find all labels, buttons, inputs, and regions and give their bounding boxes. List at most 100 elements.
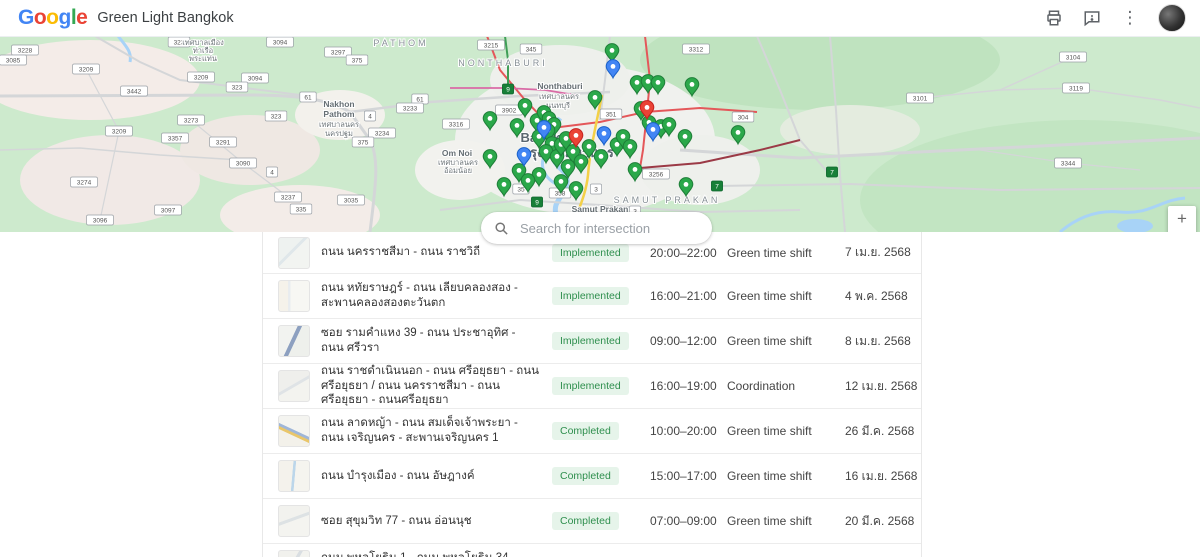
- road-shield: 304: [732, 112, 754, 122]
- map-label: SAMUT PRAKAN: [614, 195, 721, 205]
- svg-text:4: 4: [368, 114, 372, 121]
- svg-text:9: 9: [506, 87, 510, 94]
- map-label: เทศบาลนคร: [539, 92, 579, 101]
- map-label: นครปฐม: [325, 129, 353, 138]
- row-intersection-name: ถนน นครราชสีมา - ถนน ราชวิถี: [321, 245, 541, 260]
- list-item[interactable]: ถนน พหลโยธิน 1 - ถนน พหลโยธิน 34 - ถนน พ…: [263, 544, 921, 557]
- road-shield: 3344: [1055, 158, 1082, 168]
- road-shield: 4: [364, 111, 375, 121]
- row-date: 16 เม.ย. 2568: [845, 467, 920, 486]
- zoom-in-button[interactable]: +: [1168, 206, 1196, 232]
- svg-text:4: 4: [270, 170, 274, 177]
- svg-text:3312: 3312: [689, 47, 704, 54]
- road-shield: 3209: [188, 72, 215, 82]
- svg-text:3233: 3233: [403, 106, 418, 113]
- road-shield: 3228: [12, 45, 39, 55]
- road-shield: 3357: [162, 133, 189, 143]
- print-icon[interactable]: [1044, 8, 1064, 28]
- svg-text:35: 35: [517, 187, 525, 194]
- svg-text:3274: 3274: [77, 180, 92, 187]
- row-time-range: 10:00–20:00: [650, 424, 720, 438]
- row-recommendation-type: Green time shift: [727, 514, 837, 528]
- search-bar[interactable]: [481, 212, 712, 244]
- row-date: 12 เม.ย. 2568: [845, 377, 920, 396]
- row-recommendation-type: Green time shift: [727, 246, 837, 260]
- row-intersection-name: ถนน ลาดหญ้า - ถนน สมเด็จเจ้าพระยา - ถนน …: [321, 416, 541, 446]
- svg-text:3094: 3094: [273, 40, 288, 47]
- intersection-list: ถนน นครราชสีมา - ถนน ราชวิถี Implemented 2…: [262, 232, 922, 557]
- list-item[interactable]: ซอย รามคำแหง 39 - ถนน ประชาอุทิศ - ถนน ศ…: [263, 319, 921, 364]
- svg-text:3090: 3090: [236, 161, 251, 168]
- row-date: 7 เม.ย. 2568: [845, 243, 920, 262]
- road-shield: 3209: [73, 64, 100, 74]
- road-shield: 3215: [478, 40, 505, 50]
- app-header: Google Green Light Bangkok ⋮: [0, 0, 1200, 37]
- road-shield: 3085: [0, 55, 26, 65]
- svg-text:3097: 3097: [161, 208, 176, 215]
- road-shield: 3316: [443, 119, 470, 129]
- map-label: เทศบาลนคร: [319, 120, 359, 129]
- row-recommendation-type: Green time shift: [727, 469, 837, 483]
- status-badge: Implemented: [552, 244, 629, 262]
- search-icon: [494, 221, 509, 236]
- svg-text:3442: 3442: [127, 89, 142, 96]
- row-intersection-name: ซอย สุขุมวิท 77 - ถนน อ่อนนุช: [321, 514, 541, 529]
- list-item[interactable]: ถนน หทัยราษฎร์ - ถนน เลียบคลองสอง - สะพา…: [263, 274, 921, 319]
- feedback-icon[interactable]: [1082, 8, 1102, 28]
- map-zoom-control: + −: [1168, 206, 1196, 232]
- svg-text:3237: 3237: [281, 195, 296, 202]
- row-thumbnail: [278, 415, 310, 447]
- status-badge: Completed: [552, 422, 619, 440]
- row-time-range: 15:00–17:00: [650, 469, 720, 483]
- row-recommendation-type: Coordination: [727, 379, 837, 393]
- row-recommendation-type: Green time shift: [727, 289, 837, 303]
- row-thumbnail: [278, 280, 310, 312]
- svg-text:3291: 3291: [216, 140, 231, 147]
- map[interactable]: 32283085 3209 3442 323 3094 3297 375 3209 3094 32…: [0, 36, 1200, 232]
- row-time-range: 09:00–12:00: [650, 334, 720, 348]
- road-shield: 3097: [155, 205, 182, 215]
- svg-text:61: 61: [304, 95, 312, 102]
- svg-text:3273: 3273: [184, 118, 199, 125]
- svg-text:3101: 3101: [913, 96, 928, 103]
- road-shield: 3442: [121, 86, 148, 96]
- search-input[interactable]: [518, 220, 700, 237]
- map-label: Pathom: [323, 109, 355, 119]
- road-shield: 3096: [87, 215, 114, 225]
- list-item[interactable]: ถนน บำรุงเมือง - ถนน อัษฎางค์ Completed 15…: [263, 454, 921, 499]
- row-intersection-name: ถนน บำรุงเมือง - ถนน อัษฎางค์: [321, 469, 541, 484]
- row-thumbnail: [278, 370, 310, 402]
- row-thumbnail: [278, 505, 310, 537]
- status-badge: Completed: [552, 467, 619, 485]
- row-date: 4 พ.ค. 2568: [845, 287, 920, 306]
- row-date: 20 มี.ค. 2568: [845, 512, 920, 531]
- road-shield: 375: [352, 137, 374, 147]
- road-shield: 3090: [230, 158, 257, 168]
- road-shield: 7: [711, 181, 722, 191]
- road-shield: 61: [300, 92, 316, 102]
- row-intersection-name: ซอย รามคำแหง 39 - ถนน ประชาอุทิศ - ถนน ศ…: [321, 326, 541, 356]
- list-item[interactable]: ถนน ลาดหญ้า - ถนน สมเด็จเจ้าพระยา - ถนน …: [263, 409, 921, 454]
- more-options-icon[interactable]: ⋮: [1120, 8, 1140, 28]
- avatar[interactable]: [1158, 4, 1186, 32]
- map-label: Nakhon: [323, 99, 354, 109]
- svg-text:3297: 3297: [331, 50, 346, 57]
- row-recommendation-type: Green time shift: [727, 424, 837, 438]
- map-label: พระแท่น: [189, 54, 217, 63]
- svg-text:9: 9: [535, 200, 539, 207]
- list-item[interactable]: ซอย สุขุมวิท 77 - ถนน อ่อนนุชCompleted07…: [263, 499, 921, 544]
- svg-text:7: 7: [715, 184, 719, 191]
- road-shield: 3094: [242, 73, 269, 83]
- logo-letter: o: [34, 6, 46, 30]
- road-shield: 3035: [338, 195, 365, 205]
- road-shield: 3234: [369, 128, 396, 138]
- road-shield: 3: [590, 184, 601, 194]
- road-shield: 3256: [643, 169, 670, 179]
- svg-text:3234: 3234: [375, 131, 390, 138]
- road-shield: 3237: [275, 192, 302, 202]
- map-label: อ้อมน้อย: [444, 166, 472, 175]
- row-time-range: 20:00–22:00: [650, 246, 720, 260]
- road-shield: 61: [412, 94, 428, 104]
- list-item[interactable]: ถนน ราชดำเนินนอก - ถนน ศรีอยุธยา - ถนนศร…: [263, 364, 921, 409]
- svg-text:323: 323: [232, 85, 243, 92]
